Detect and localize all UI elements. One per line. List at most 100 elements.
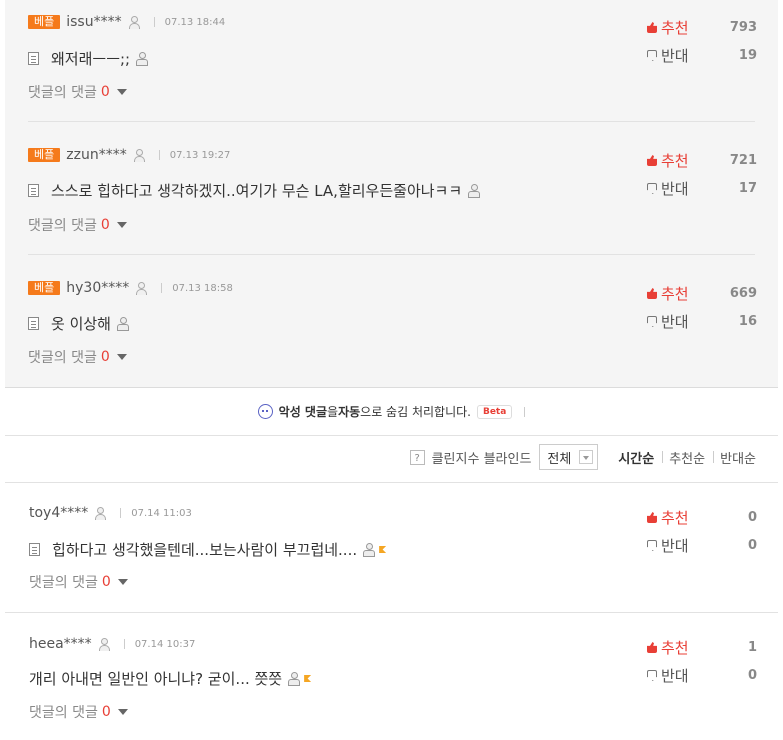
sort-by-likes[interactable]: 추천순 [669,448,705,467]
replies-toggle[interactable]: 댓글의 댓글 0 [29,702,128,722]
upvote-label: 추천 [661,509,689,527]
upvote-count: 0 [747,510,757,525]
dropdown-arrow-icon [579,450,594,464]
downvote-label: 반대 [661,313,689,331]
replies-toggle[interactable]: 댓글의 댓글 0 [28,82,127,102]
downvote-label: 반대 [661,537,689,555]
replies-label: 댓글의 댓글 [28,85,97,101]
replies-count: 0 [100,349,110,365]
upvote-label: 추천 [661,285,689,303]
meta-divider [123,639,125,649]
user-profile-icon[interactable] [133,148,145,162]
comment-date: 07.13 18:44 [164,16,226,28]
thumbs-up-icon [647,512,657,523]
replies-label: 댓글의 댓글 [29,575,98,591]
downvote-button[interactable]: 반대 17 [647,178,757,199]
comment-divider [28,121,755,122]
comment-user[interactable]: heea**** [29,636,92,652]
downvote-button[interactable]: 반대 16 [647,311,757,332]
downvote-button[interactable]: 반대 19 [647,45,757,66]
downvote-count: 16 [738,314,757,329]
thumbs-down-icon [647,183,657,194]
comment-date: 07.14 10:37 [134,638,196,650]
thumbs-down-icon [647,670,657,681]
profile-small-icon[interactable] [288,672,301,686]
upvote-count: 1 [747,640,757,655]
comment-text: 옷 이상해 [51,315,111,333]
report-flag-icon[interactable] [379,546,387,553]
downvote-button[interactable]: 반대 0 [647,665,757,686]
sort-divider [713,451,715,463]
comment-body: 옷 이상해 [28,313,129,334]
profile-small-icon[interactable] [468,184,481,198]
select-value: 전체 [547,451,572,467]
replies-toggle[interactable]: 댓글의 댓글 0 [29,572,128,592]
comment-body: 왜저래ㅡㅡ;; [28,48,149,69]
upvote-button[interactable]: 추천 669 [647,283,757,304]
chevron-down-icon [117,709,128,715]
sort-by-time[interactable]: 시간순 [618,448,654,467]
comment-user[interactable]: issu**** [66,14,121,30]
user-profile-icon[interactable] [98,637,110,651]
downvote-label: 반대 [661,667,689,685]
meta-divider [161,283,163,293]
comment-user[interactable]: toy4**** [29,505,88,521]
upvote-count: 669 [729,286,757,301]
robot-icon [257,404,273,419]
upvote-button[interactable]: 추천 721 [647,150,757,171]
downvote-count: 19 [738,48,757,63]
profile-small-icon[interactable] [363,543,376,557]
comment-meta: 베플 zzun**** 07.13 19:27 [28,147,230,163]
comment-text: 왜저래ㅡㅡ;; [51,50,131,68]
sort-bar: ? 클린지수 블라인드 전체 시간순 추천순 반대순 [5,436,778,483]
comment-date: 07.13 19:27 [169,149,231,161]
comment-user[interactable]: zzun**** [66,147,126,163]
best-comments-section: 베플 issu**** 07.13 18:44 왜저래ㅡㅡ;; 댓글의 댓글 0… [5,0,778,388]
auto-hide-notice: 악성 댓글 을 자동 으로 숨김 처리합니다. Beta [5,388,778,436]
report-flag-icon[interactable] [304,675,312,682]
downvote-label: 반대 [661,47,689,65]
replies-toggle[interactable]: 댓글의 댓글 0 [28,215,127,235]
comment-text: 스스로 힙하다고 생각하겠지..여기가 무슨 LA,할리우든줄아나ㅋㅋ [51,182,463,200]
upvote-button[interactable]: 추천 0 [647,507,757,528]
clean-index-blind-label: 클린지수 블라인드 [431,451,532,467]
comment-text: 개리 아내면 일반인 아니냐? 굳이... 쯧쯧 [29,670,283,688]
comment-meta: 베플 issu**** 07.13 18:44 [28,14,225,30]
thumbs-down-icon [647,540,657,551]
notice-text: 을 [327,405,339,419]
best-badge: 베플 [28,15,61,29]
meta-divider [120,508,122,518]
upvote-label: 추천 [661,19,689,37]
user-profile-icon[interactable] [135,281,148,295]
sort-controls: ? 클린지수 블라인드 전체 시간순 추천순 반대순 [409,444,756,470]
help-icon[interactable]: ? [409,449,425,465]
replies-count: 0 [101,704,111,720]
comment-text: 힙하다고 생각했을텐데...보는사람이 부끄럽네.... [52,541,358,559]
upvote-button[interactable]: 추천 793 [647,17,757,38]
comment-user[interactable]: hy30**** [66,280,129,296]
replies-toggle[interactable]: 댓글의 댓글 0 [28,347,127,367]
chevron-down-icon [116,222,127,228]
upvote-button[interactable]: 추천 1 [647,637,757,658]
comment-date: 07.13 18:58 [172,282,233,294]
comment-body: 스스로 힙하다고 생각하겠지..여기가 무슨 LA,할리우든줄아나ㅋㅋ [28,180,481,201]
upvote-count: 721 [729,153,757,168]
upvote-label: 추천 [661,152,689,170]
thumbs-up-icon [647,155,657,166]
beta-badge[interactable]: Beta [476,404,513,419]
comment-divider [5,612,778,613]
comment-divider [28,254,755,255]
upvote-label: 추천 [661,639,689,657]
notice-text-2: 으로 숨김 처리합니다. [360,405,471,419]
comment-meta: 베플 hy30**** 07.13 18:58 [28,280,233,296]
user-profile-icon[interactable] [128,15,140,29]
blind-filter-select[interactable]: 전체 [539,444,599,470]
sort-by-dislikes[interactable]: 반대순 [720,448,756,467]
user-profile-icon[interactable] [94,506,107,520]
comment-date: 07.14 11:03 [131,507,192,519]
thumbs-down-icon [647,50,657,61]
profile-small-icon[interactable] [116,317,129,331]
profile-small-icon[interactable] [136,52,149,66]
downvote-button[interactable]: 반대 0 [647,535,757,556]
downvote-label: 반대 [661,180,689,198]
